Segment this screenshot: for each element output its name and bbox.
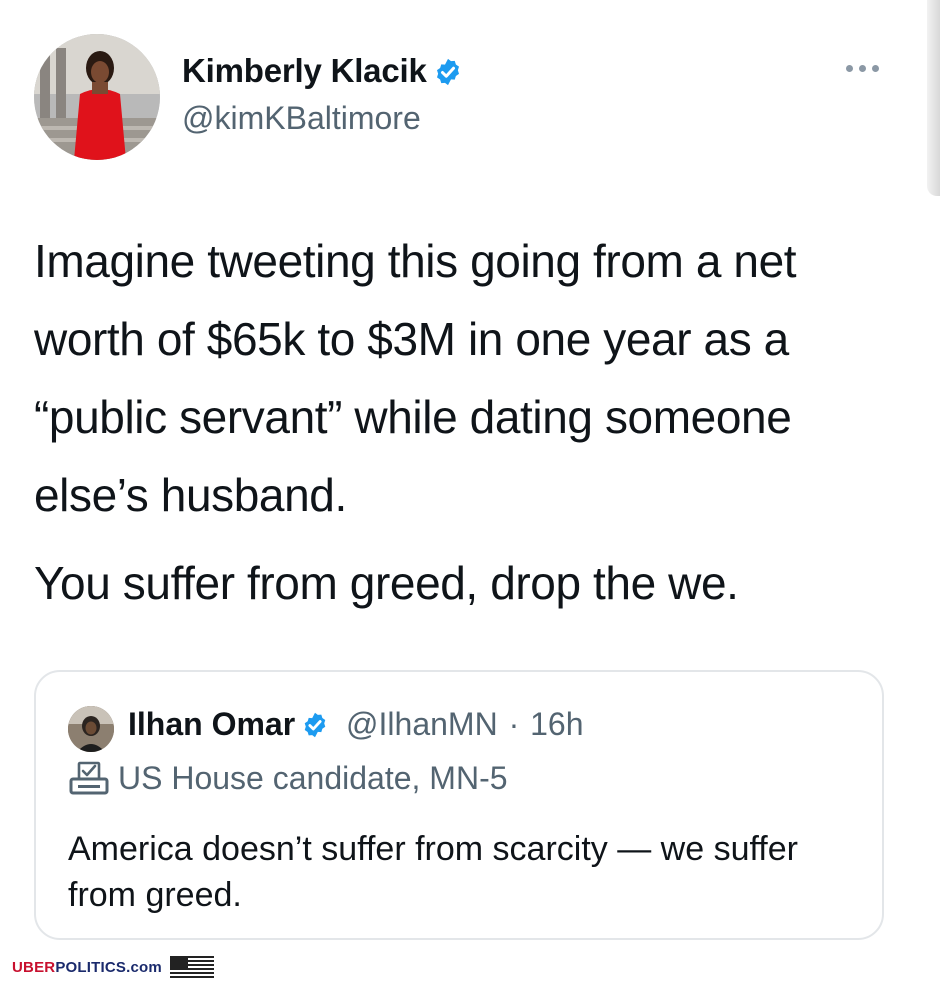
quoted-author-name[interactable]: Ilhan Omar [128,706,295,742]
tweet-paragraph: You suffer from greed, drop the we. [34,557,739,609]
quoted-author-photo [68,706,114,752]
brand-logo: UBERPOLITICS.com [12,959,162,976]
ballot-box-icon [69,761,109,795]
more-horizontal-icon[interactable] [840,56,886,80]
author-name[interactable]: Kimberly Klacik [182,52,427,89]
watermark: UBERPOLITICS.com [12,955,214,979]
brand-suffix: POLITICS.com [55,958,162,976]
tweet-card: Kimberly Klacik @kimKBaltimore Imagine t… [0,0,940,950]
tweet-paragraph: Imagine tweeting this going from a net w… [34,235,797,521]
dot-separator: · [508,706,520,742]
brand-prefix: UBER [12,958,56,976]
quoted-author-label: US House candidate, MN-5 [68,760,508,797]
quoted-tweet-header: Ilhan Omar @IlhanMN · 16h [128,706,584,743]
author-handle[interactable]: @kimKBaltimore [182,100,421,137]
tweet-text: Imagine tweeting this going from a net w… [34,222,894,622]
quoted-tweet-text: America doesn’t suffer from scarcity — w… [68,830,798,914]
quoted-tweet-time[interactable]: 16h [530,706,583,742]
quoted-author-handle[interactable]: @IlhanMN [346,706,498,742]
quoted-author-avatar[interactable] [68,706,114,752]
quoted-author-label-text: US House candidate, MN-5 [118,760,508,796]
us-flag-icon [169,956,214,978]
author-avatar[interactable] [34,34,160,160]
verified-badge-icon [436,58,459,86]
scroll-edge [927,0,940,196]
author-photo [34,34,160,160]
verified-badge-icon [304,712,326,738]
author-name-row[interactable]: Kimberly Klacik [182,52,463,90]
quoted-tweet-card[interactable]: Ilhan Omar @IlhanMN · 16h US House candi… [34,670,884,940]
